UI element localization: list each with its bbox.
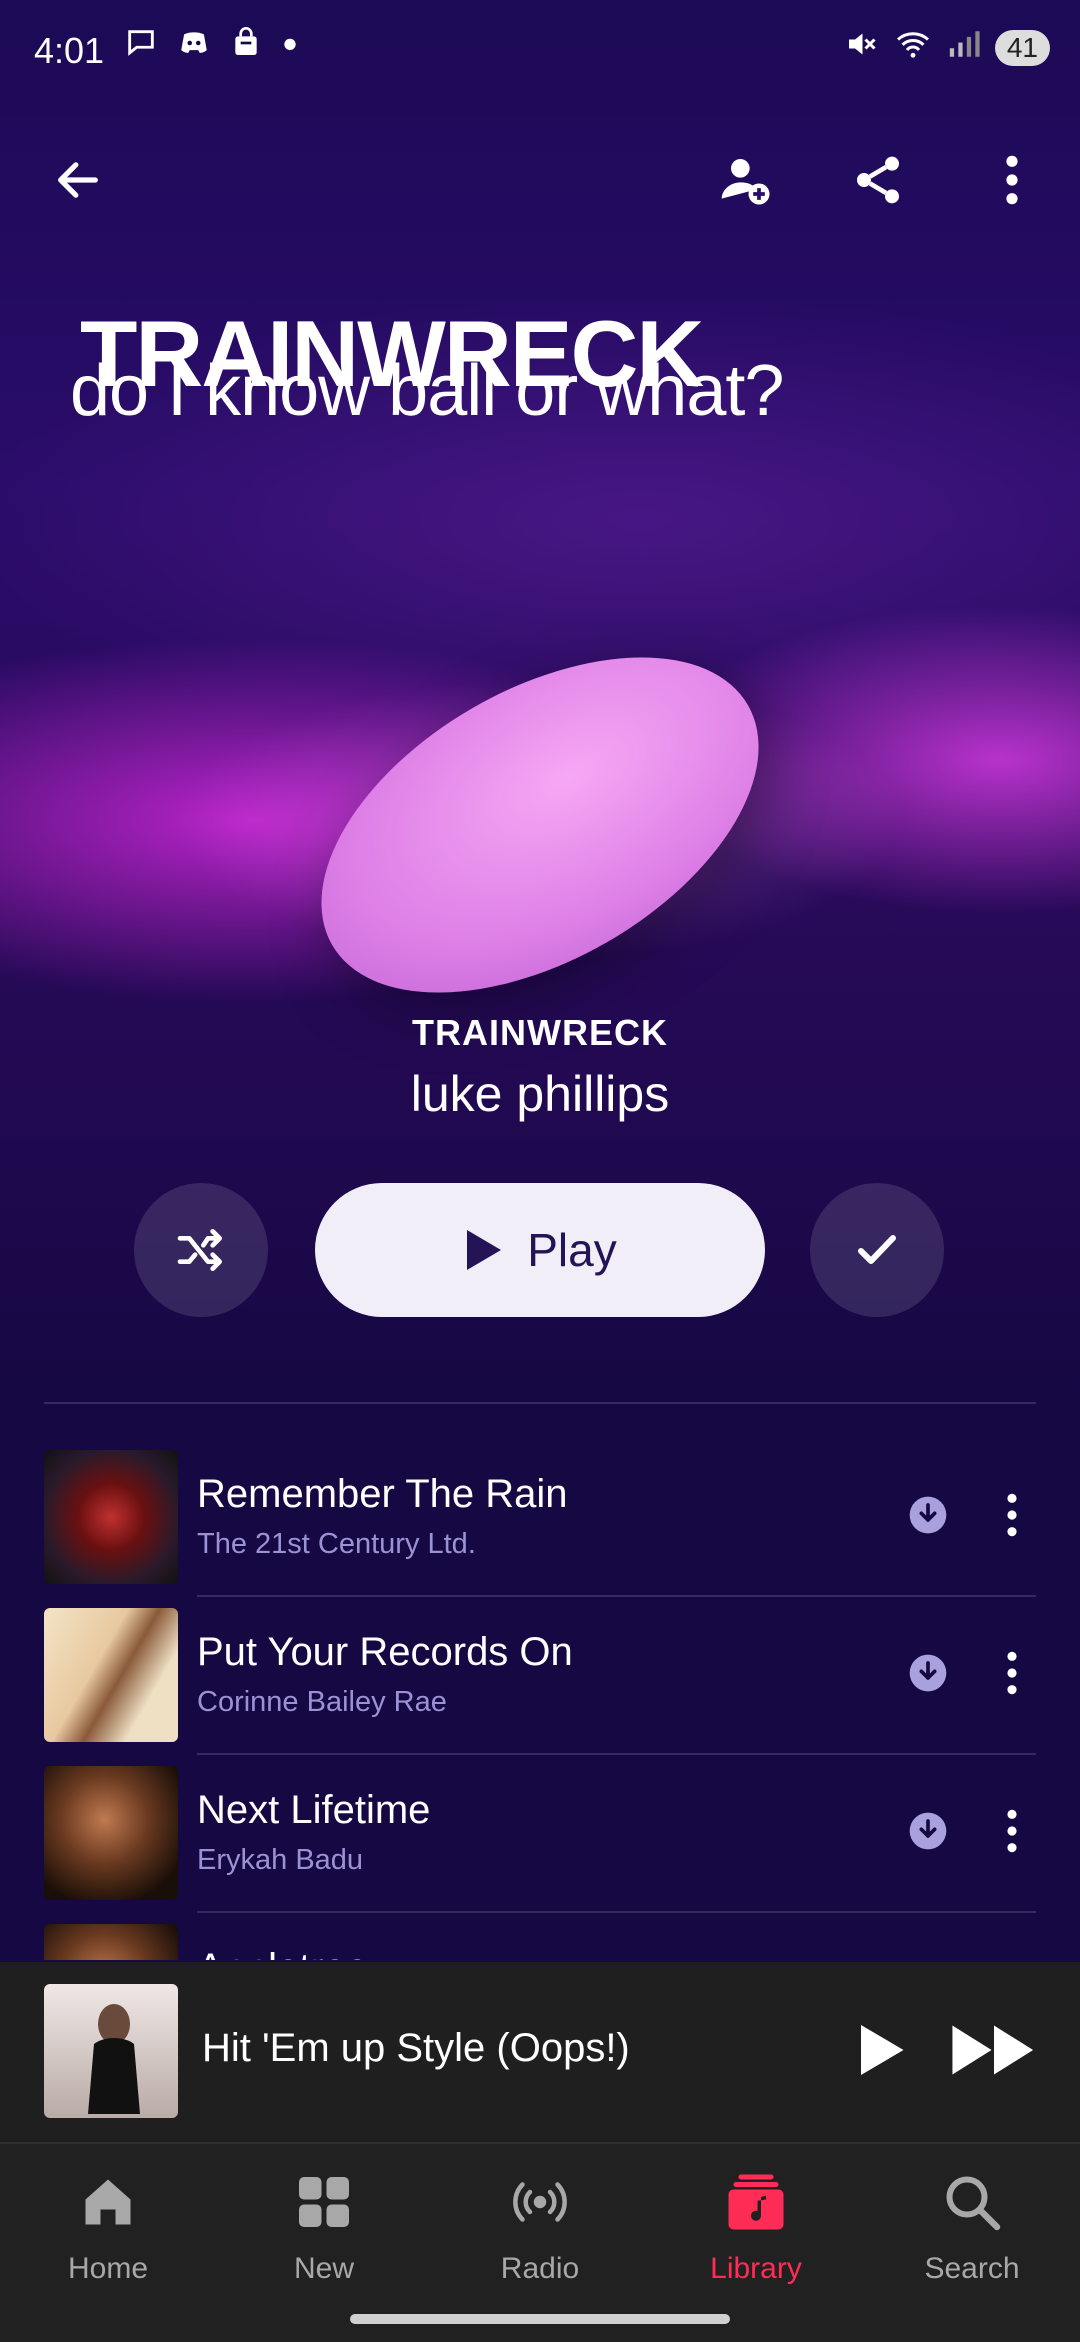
track-row[interactable]: Remember The Rain The 21st Century Ltd. (0, 1450, 1080, 1608)
share-button[interactable] (838, 140, 918, 220)
play-button[interactable]: Play (315, 1183, 765, 1317)
track-artwork (44, 1608, 178, 1742)
shuffle-button[interactable] (134, 1183, 268, 1317)
battery-level: 41 (994, 30, 1050, 66)
mute-icon (843, 26, 879, 70)
added-to-library-button[interactable] (810, 1183, 944, 1317)
signal-icon (947, 27, 981, 69)
mini-player[interactable]: Hit 'Em up Style (Oops!) (0, 1962, 1080, 2142)
more-vertical-icon[interactable] (1000, 1490, 1024, 1540)
download-icon[interactable] (908, 1653, 948, 1693)
status-bar: 4:01 41 (0, 0, 1080, 100)
row-divider (197, 1753, 1036, 1755)
section-divider (44, 1402, 1036, 1404)
home-icon (85, 2179, 131, 2225)
track-title: Next Lifetime (197, 1788, 431, 1832)
back-button[interactable] (38, 140, 118, 220)
shuffle-icon (177, 1229, 223, 1271)
wifi-icon (893, 26, 933, 70)
more-options-button[interactable] (972, 140, 1052, 220)
tab-radio[interactable]: Radio (432, 2144, 648, 2342)
discord-icon (176, 26, 212, 69)
home-indicator[interactable] (350, 2314, 730, 2324)
track-artwork (44, 1766, 178, 1900)
grid-icon (299, 2177, 349, 2227)
track-title: Remember The Rain (197, 1472, 568, 1516)
add-user-icon (721, 159, 770, 205)
track-row[interactable]: Next Lifetime Erykah Badu (0, 1766, 1080, 1924)
track-title: Put Your Records On (197, 1630, 573, 1674)
track-title: Appletree (197, 1946, 368, 1960)
shopping-bag-icon (230, 26, 262, 69)
tab-label: Home (67, 2252, 149, 2285)
play-button-label: Play (527, 1224, 617, 1276)
track-artist: The 21st Century Ltd. (197, 1528, 476, 1560)
chat-icon (124, 26, 158, 69)
tab-new[interactable]: New (216, 2144, 432, 2342)
tab-home[interactable]: Home (0, 2144, 216, 2342)
tab-label: New (293, 2252, 354, 2285)
track-artwork (44, 1924, 178, 1960)
now-playing-artwork (44, 1984, 178, 2118)
album-artist[interactable]: luke phillips (0, 1065, 1080, 1123)
dot-icon (280, 26, 300, 69)
download-icon[interactable] (908, 1811, 948, 1851)
track-row[interactable]: Appletree (0, 1924, 1080, 1960)
more-vertical-icon[interactable] (1000, 1648, 1024, 1698)
more-vertical-icon (1006, 155, 1018, 205)
track-artist: Erykah Badu (197, 1844, 364, 1876)
checkmark-icon (858, 1235, 896, 1264)
download-icon[interactable] (908, 1495, 948, 1535)
tab-label: Radio (500, 2252, 580, 2285)
row-divider (197, 1595, 1036, 1597)
tab-label: Library (710, 2252, 802, 2285)
tab-label: Search (924, 2252, 1020, 2285)
status-time: 4:01 (34, 30, 105, 71)
album-title: TRAINWRECK (412, 1012, 668, 1053)
row-divider (197, 1911, 1036, 1913)
now-playing-title: Hit 'Em up Style (Oops!) (202, 2026, 630, 2070)
radio-icon (513, 2182, 567, 2222)
track-artwork (44, 1450, 178, 1584)
arrow-left-icon (58, 162, 98, 198)
tab-bar: Home New Radio Library Search (0, 2142, 1080, 2342)
play-icon[interactable] (856, 2022, 906, 2078)
add-collaborator-button[interactable] (705, 140, 785, 220)
play-icon (467, 1230, 502, 1270)
playlist-subtitle: do I know ball or what? (70, 351, 784, 431)
more-vertical-icon[interactable] (1000, 1806, 1024, 1856)
search-icon (946, 2176, 1001, 2231)
music-library-icon (728, 2174, 784, 2230)
track-list: Remember The Rain The 21st Century Ltd. … (0, 1450, 1080, 1960)
fast-forward-icon[interactable] (950, 2022, 1038, 2078)
tab-search[interactable]: Search (864, 2144, 1080, 2342)
track-artist: Corinne Bailey Rae (197, 1686, 447, 1718)
track-row[interactable]: Put Your Records On Corinne Bailey Rae (0, 1608, 1080, 1766)
share-icon (857, 156, 899, 204)
tab-library[interactable]: Library (648, 2144, 864, 2342)
